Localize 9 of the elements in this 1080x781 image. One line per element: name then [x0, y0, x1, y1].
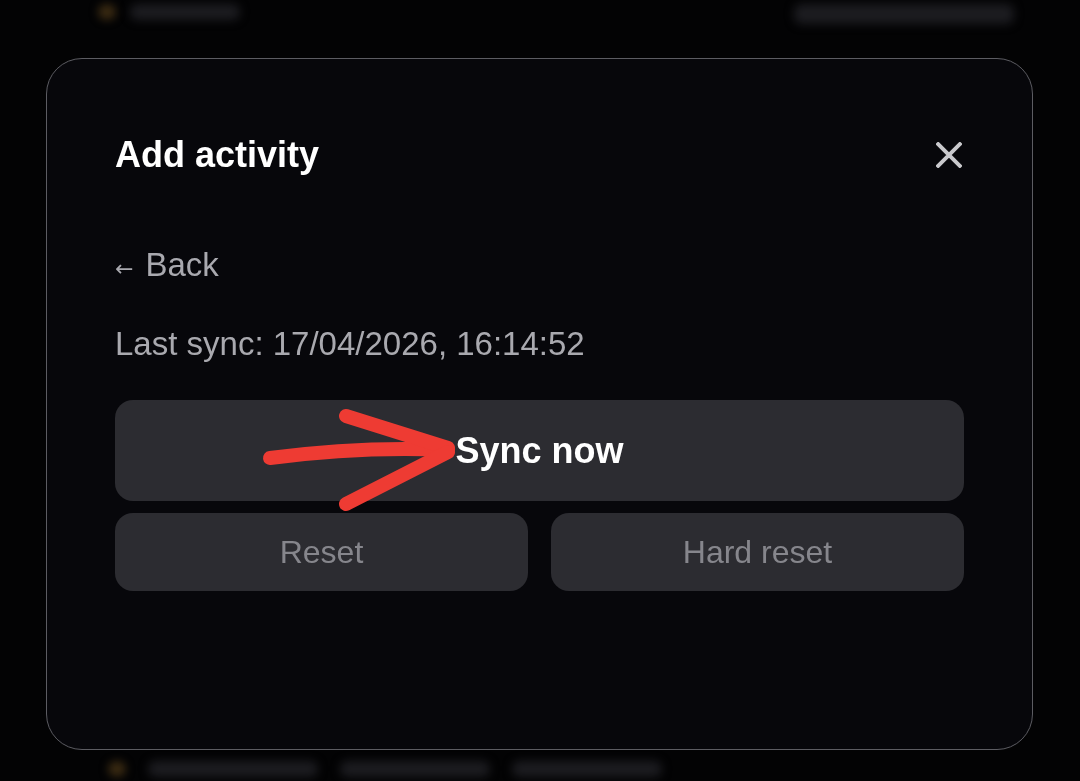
back-link[interactable]: ← Back	[115, 245, 219, 285]
blurred-icon	[108, 761, 126, 777]
back-arrow-icon: ←	[115, 258, 134, 280]
dialog-title: Add activity	[115, 133, 320, 177]
close-button[interactable]	[936, 142, 962, 168]
blurred-icon	[98, 4, 116, 20]
close-icon	[936, 142, 962, 168]
sync-button[interactable]: Sync now	[115, 400, 964, 501]
last-sync-text: Last sync: 17/04/2026, 16:14:52	[115, 324, 586, 364]
